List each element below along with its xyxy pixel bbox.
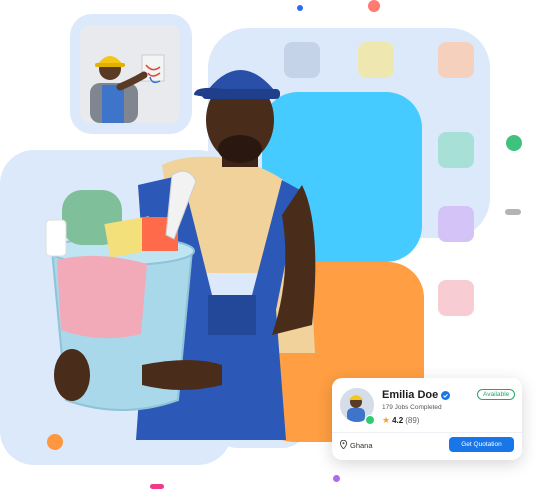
rating-row: ★ 4.2 (89) (382, 415, 419, 426)
jobs-completed: 179 Jobs Completed (382, 404, 442, 411)
card-divider (332, 432, 522, 433)
get-quotation-button[interactable]: Get Quotation (449, 437, 514, 452)
rating-value: 4.2 (392, 416, 404, 425)
provider-name-row: Emilia Doe (382, 389, 451, 401)
deco-square-purple (438, 206, 474, 242)
verified-badge-icon (441, 390, 451, 400)
status-badge: Available (477, 389, 516, 400)
deco-dot-red (368, 0, 380, 12)
online-status-dot (365, 415, 375, 425)
location-pin-icon (339, 439, 348, 451)
deco-square-teal (438, 132, 474, 168)
provider-name: Emilia Doe (382, 389, 439, 401)
deco-dot-green (506, 135, 522, 151)
star-icon: ★ (382, 415, 391, 425)
rating-count: (89) (405, 416, 420, 425)
deco-dash-gray (505, 209, 521, 215)
deco-dot-blue (297, 5, 303, 11)
deco-dash-pink (150, 484, 164, 489)
deco-dot-purple (333, 475, 340, 482)
deco-square-yellow (358, 42, 394, 78)
deco-square-peach (438, 42, 474, 78)
provider-profile-card[interactable]: Emilia Doe 179 Jobs Completed ★ 4.2 (89)… (332, 378, 522, 460)
cleaner-person-illustration (22, 45, 362, 440)
location-row: Ghana (339, 439, 373, 451)
deco-square-pink (438, 280, 474, 316)
location-text: Ghana (350, 441, 373, 450)
